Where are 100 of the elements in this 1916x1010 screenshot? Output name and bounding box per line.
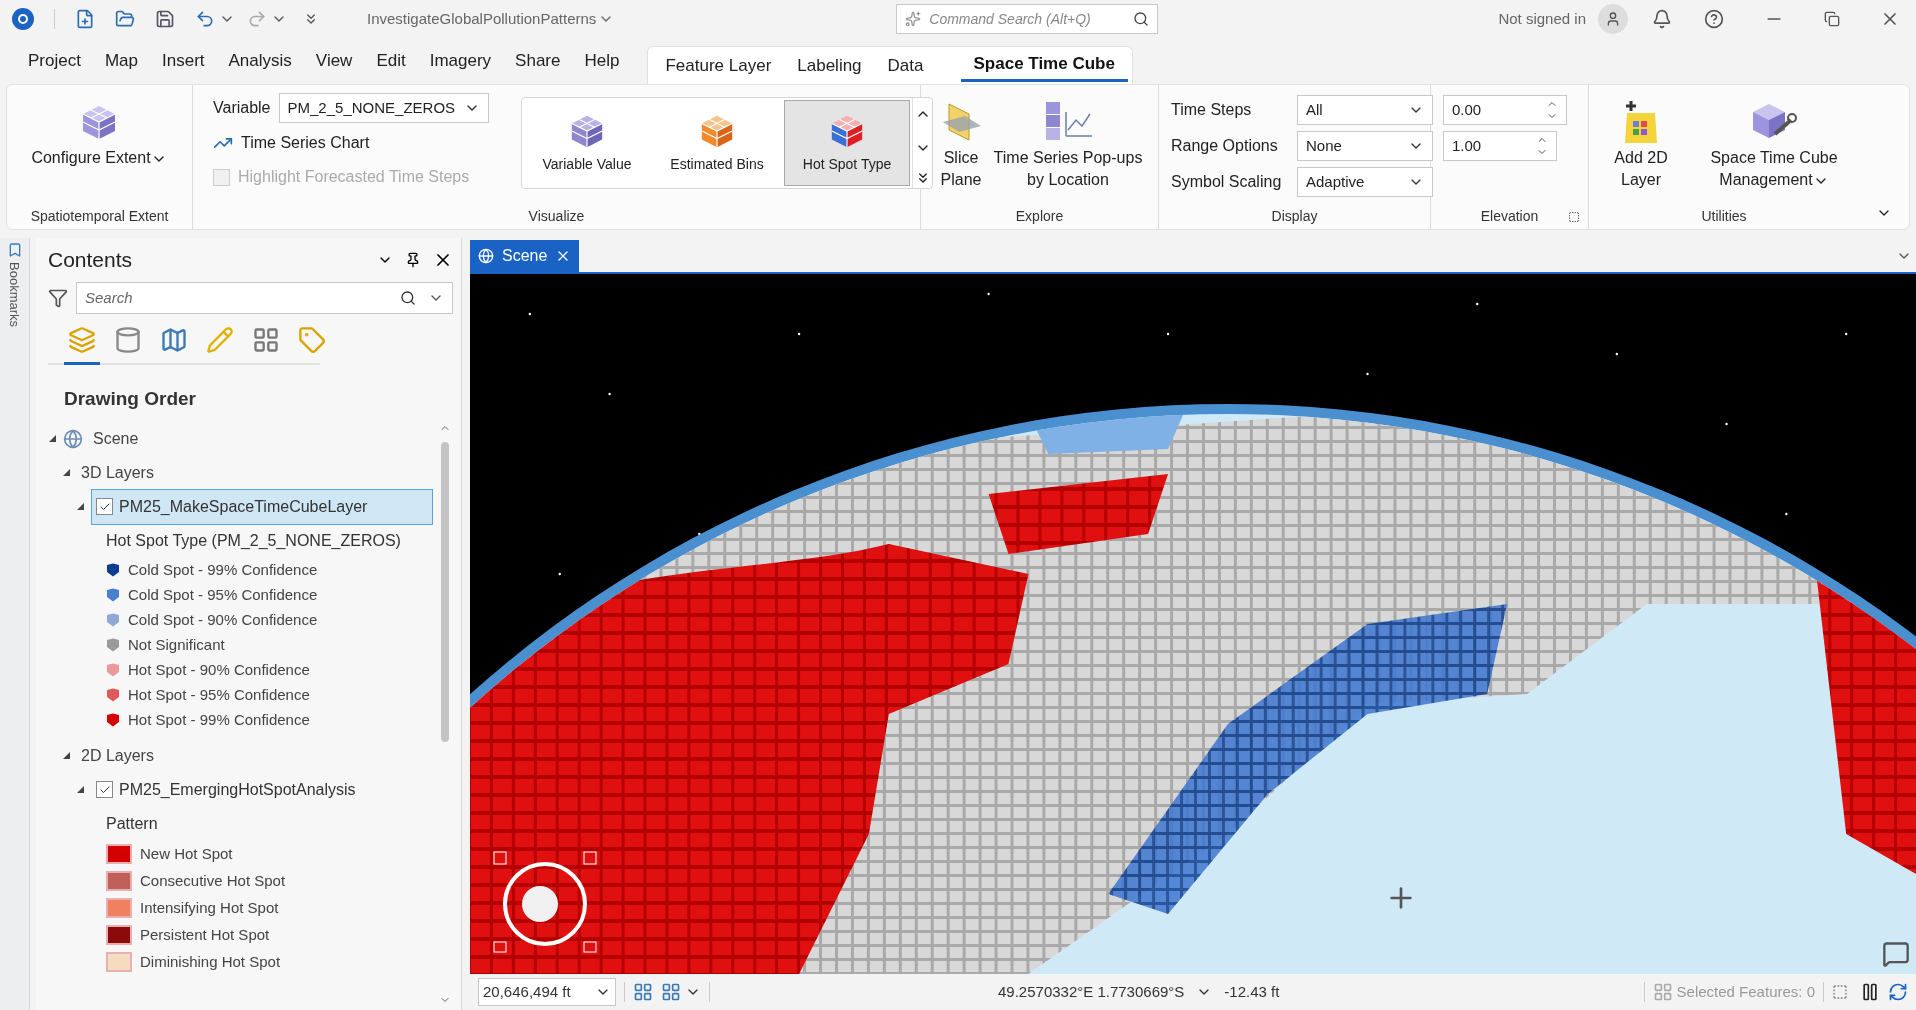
ribbon-group-label: Elevation bbox=[1480, 206, 1539, 226]
legend-label: Persistent Hot Spot bbox=[140, 924, 270, 945]
menu-tab[interactable]: Imagery bbox=[417, 44, 504, 78]
ribbon-button[interactable]: Time Series Pop-ups by Location bbox=[993, 93, 1143, 191]
menu-tab[interactable]: Analysis bbox=[216, 44, 304, 78]
ribbon-button[interactable]: Space Time Cube Management bbox=[1689, 93, 1859, 191]
ribbon-button[interactable]: Configure Extent bbox=[19, 93, 179, 169]
pane-title: Contents bbox=[48, 247, 134, 274]
coordinates-readout: 49.2570332°E 1.7730669°S bbox=[998, 981, 1185, 1002]
menu-tab[interactable]: Map bbox=[92, 44, 150, 78]
grid-icon[interactable] bbox=[633, 982, 653, 1002]
legend-label: Hot Spot - 95% Confidence bbox=[128, 684, 310, 705]
legend-label: New Hot Spot bbox=[140, 843, 233, 864]
ribbon-group-label: Display bbox=[1271, 206, 1318, 226]
view-tab[interactable] bbox=[64, 326, 100, 365]
dialog-launcher-icon[interactable] bbox=[1568, 211, 1580, 223]
notifications-icon[interactable] bbox=[1652, 9, 1672, 29]
ribbon-group-label: Explore bbox=[1015, 206, 1064, 226]
undo-icon[interactable] bbox=[195, 9, 215, 29]
expander-icon[interactable] bbox=[62, 468, 71, 477]
legend-heading: Pattern bbox=[106, 813, 159, 834]
selection-icon bbox=[1652, 982, 1673, 1002]
symbology-gallery-item[interactable]: Variable Value bbox=[524, 100, 650, 186]
expander-icon[interactable] bbox=[76, 785, 85, 794]
tree-item[interactable]: 3D Layers bbox=[77, 460, 158, 485]
globe-cube-scene-drawing[interactable] bbox=[470, 274, 1916, 974]
selected-features-count: Selected Features: 0 bbox=[1676, 981, 1815, 1002]
option-label: Time Steps bbox=[1171, 100, 1253, 120]
drawing-order-icon bbox=[68, 326, 96, 354]
search-icon bbox=[400, 290, 416, 306]
legend-label: Cold Spot - 99% Confidence bbox=[128, 559, 318, 580]
layer-item[interactable]: PM25_MakeSpaceTimeCubeLayer bbox=[91, 488, 433, 525]
ribbon-tab[interactable]: Feature Layer bbox=[652, 49, 785, 82]
legend-label: Not Significant bbox=[128, 634, 225, 655]
symbology-gallery-item[interactable]: Hot Spot Type bbox=[784, 100, 910, 186]
pause-icon[interactable] bbox=[1860, 982, 1880, 1002]
project-title[interactable]: InvestigateGlobalPollutionPatterns bbox=[367, 7, 615, 31]
selection-icon bbox=[160, 326, 188, 354]
legend-label: Cold Spot - 90% Confidence bbox=[128, 609, 318, 630]
symbology-gallery-item[interactable]: Estimated Bins bbox=[654, 100, 780, 186]
editing-icon bbox=[206, 326, 234, 354]
help-icon[interactable] bbox=[1704, 9, 1724, 29]
dropdown[interactable]: All bbox=[1297, 95, 1433, 125]
time-series-chart-button[interactable]: Time Series Chart bbox=[213, 129, 489, 157]
restore-icon[interactable] bbox=[1824, 11, 1840, 27]
refresh-icon[interactable] bbox=[1888, 982, 1908, 1002]
expander-icon[interactable] bbox=[62, 751, 71, 760]
ribbon-button[interactable]: Slice Plane bbox=[933, 93, 989, 191]
search-field[interactable]: Search bbox=[76, 282, 453, 314]
save-icon[interactable] bbox=[155, 9, 175, 29]
scale-dropdown[interactable]: 20,646,494 ft bbox=[478, 978, 616, 1006]
new-project-icon[interactable] bbox=[75, 9, 95, 29]
menu-tab[interactable]: Project bbox=[16, 44, 93, 78]
option-label: Range Options bbox=[1171, 136, 1279, 156]
globe-icon bbox=[63, 428, 83, 449]
tree-item[interactable]: Scene bbox=[89, 426, 143, 451]
legend-label: Diminishing Hot Spot bbox=[140, 951, 281, 972]
legend-label: Intensifying Hot Spot bbox=[140, 897, 279, 918]
expander-icon[interactable] bbox=[76, 502, 85, 511]
ribbon-group-label: Spatiotemporal Extent bbox=[30, 206, 169, 226]
globe-icon bbox=[478, 248, 494, 264]
variable-label: Variable bbox=[213, 98, 271, 118]
legend-label: Cold Spot - 95% Confidence bbox=[128, 584, 318, 605]
snapping-icon[interactable] bbox=[661, 982, 681, 1002]
app-logo-icon bbox=[12, 8, 34, 30]
command-search-field[interactable]: Command Search (Alt+Q) bbox=[896, 4, 1159, 34]
legend-label: Consecutive Hot Spot bbox=[140, 870, 286, 891]
map-view-tab[interactable]: Scene bbox=[470, 240, 580, 272]
sign-in-status[interactable]: Not signed in bbox=[1498, 7, 1586, 31]
refresh-selection-icon[interactable] bbox=[1832, 984, 1848, 1000]
ribbon-button[interactable]: Add 2D Layer bbox=[1601, 93, 1681, 191]
labeling-icon bbox=[298, 326, 326, 354]
menu-tab[interactable]: Help bbox=[572, 44, 632, 78]
search-icon bbox=[1133, 11, 1150, 27]
pin-icon[interactable] bbox=[405, 252, 421, 268]
dropdown[interactable]: Adaptive bbox=[1297, 167, 1433, 197]
section-heading: Drawing Order bbox=[63, 387, 197, 411]
option-label: Symbol Scaling bbox=[1171, 172, 1283, 192]
dropdown[interactable]: PM_2_5_NONE_ZEROS bbox=[278, 93, 489, 123]
ribbon-group-label: Visualize bbox=[528, 206, 585, 226]
layer-item[interactable]: PM25_EmergingHotSpotAnalysis bbox=[91, 771, 433, 808]
dropdown[interactable]: None bbox=[1297, 131, 1433, 161]
menu-tab[interactable]: View bbox=[303, 44, 365, 78]
legend-heading: Hot Spot Type (PM_2_5_NONE_ZEROS) bbox=[106, 530, 402, 551]
notes-icon[interactable] bbox=[1882, 940, 1910, 968]
open-folder-icon[interactable] bbox=[115, 9, 135, 29]
bookmarks-tab[interactable]: Bookmarks bbox=[4, 262, 25, 328]
ribbon-group-label: Utilities bbox=[1701, 206, 1747, 226]
user-icon bbox=[1605, 11, 1621, 27]
filter-icon[interactable] bbox=[48, 288, 68, 308]
snapping-icon bbox=[252, 326, 280, 354]
ribbon-tab[interactable]: Labeling bbox=[784, 49, 875, 82]
menu-tab[interactable]: Share bbox=[503, 44, 573, 78]
ribbon-tab[interactable]: Data bbox=[874, 49, 937, 82]
menu-tab[interactable]: Insert bbox=[150, 44, 217, 78]
expander-icon[interactable] bbox=[48, 434, 57, 443]
elevation-readout: -12.43 ft bbox=[1224, 981, 1280, 1002]
user-avatar[interactable] bbox=[1598, 4, 1628, 34]
tree-item[interactable]: 2D Layers bbox=[77, 743, 158, 768]
menu-tab[interactable]: Edit bbox=[364, 44, 418, 78]
